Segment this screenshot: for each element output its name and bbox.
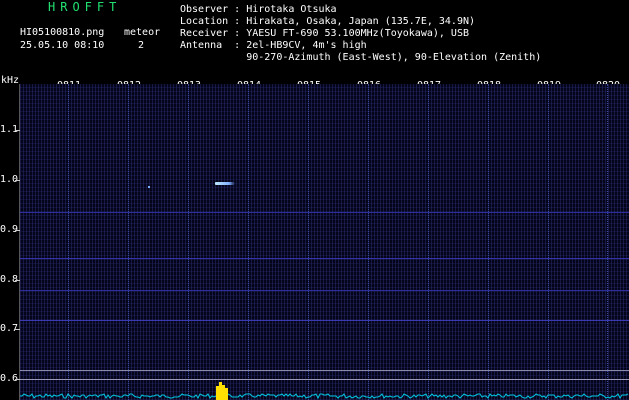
- time-gridline: [607, 84, 608, 400]
- freq-tick-mark: [15, 180, 20, 181]
- time-gridline: [368, 84, 369, 400]
- signal-peak-bar: [216, 386, 219, 400]
- interference-line: [20, 320, 629, 321]
- receiver-info: Receiver : YAESU FT-690 53.100MHz(Toyoka…: [180, 28, 469, 39]
- interference-line: [20, 290, 629, 291]
- frequency-axis: [19, 84, 20, 400]
- meteor-count: 2: [138, 40, 145, 51]
- signal-strength-strip: [20, 382, 629, 400]
- signal-peak-bar: [219, 382, 222, 400]
- time-gridline: [248, 84, 249, 400]
- frequency-unit-label: kHz: [1, 75, 20, 86]
- spectrogram: [20, 84, 629, 400]
- freq-tick-mark: [15, 329, 20, 330]
- app-title: HROFFT: [48, 0, 122, 14]
- freq-tick-mark: [15, 130, 20, 131]
- location-info: Location : Hirakata, Osaka, Japan (135.7…: [180, 16, 476, 27]
- freq-tick-mark: [15, 230, 20, 231]
- signal-peak-bar: [225, 388, 228, 400]
- time-gridline: [488, 84, 489, 400]
- time-gridline: [548, 84, 549, 400]
- antenna-info: Antenna : 2el-HB9CV, 4m's high: [180, 40, 367, 51]
- carrier-line: [20, 370, 629, 371]
- time-gridline: [128, 84, 129, 400]
- time-gridline: [308, 84, 309, 400]
- observer-info: Observer : Hirotaka Otsuka: [180, 4, 337, 15]
- meteor-label: meteor: [124, 27, 161, 38]
- file-name: HI05100810.png: [20, 27, 105, 38]
- signal-peak-bar: [222, 385, 225, 400]
- timestamp: 25.05.10 08:10: [20, 40, 105, 51]
- freq-tick-mark: [15, 280, 20, 281]
- signal-noise-trace: [20, 393, 629, 400]
- noise-speck: [148, 186, 150, 188]
- interference-line: [20, 258, 629, 259]
- time-gridline: [428, 84, 429, 400]
- time-gridline: [188, 84, 189, 400]
- meteor-echo-trace: [215, 182, 235, 185]
- interference-line: [20, 212, 629, 213]
- freq-tick-mark: [15, 379, 20, 380]
- hrofft-window: HROFFT HI05100810.png meteor 25.05.10 08…: [0, 0, 629, 400]
- antenna-detail: 90-270-Azimuth (East-West), 90-Elevation…: [180, 52, 542, 63]
- time-gridline: [68, 84, 69, 400]
